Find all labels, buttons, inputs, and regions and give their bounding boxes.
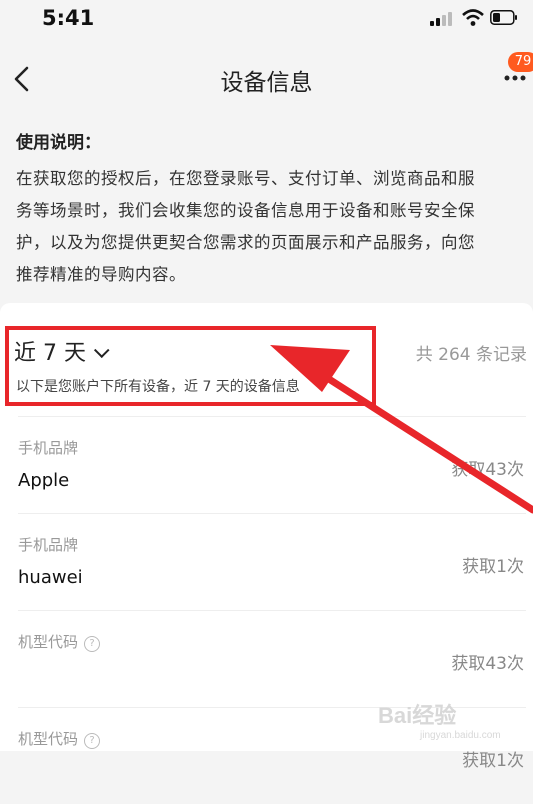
record-label-text: 机型代码 [18, 730, 79, 748]
instructions-body: 在获取您的授权后，在您登录账号、支付订单、浏览商品和服 务等场景时，我们会收集您… [16, 163, 526, 291]
watermark-logo: Bai经验 [378, 703, 457, 728]
instructions-line: 护，以及为您提供更契合您需求的页面展示和产品服务，向您 [16, 233, 475, 252]
record-count-text: 获取43次 [451, 654, 524, 674]
list-item: 手机品牌 huawei 获取1次 [18, 513, 526, 610]
status-bar: 5:41 [0, 0, 533, 40]
record-label: 机型代码? [18, 631, 101, 652]
record-value: Apple [18, 470, 70, 491]
usage-instructions: 使用说明： 在获取您的授权后，在您登录账号、支付订单、浏览商品和服 务等场景时，… [16, 128, 526, 291]
record-label: 手机品牌 [18, 439, 79, 457]
cellular-signal-icon [430, 12, 456, 26]
notification-badge: 79 [508, 52, 533, 72]
record-value: huawei [18, 567, 83, 588]
more-menu-icon[interactable] [504, 72, 533, 84]
instructions-line: 在获取您的授权后，在您登录账号、支付订单、浏览商品和服 [16, 169, 475, 188]
record-count-text: 获取1次 [462, 751, 524, 771]
instructions-line: 务等场景时，我们会收集您的设备信息用于设备和账号安全保 [16, 201, 475, 220]
record-label-text: 机型代码 [18, 633, 79, 651]
list-item: 机型代码? 获取43次 [18, 610, 526, 707]
record-label: 手机品牌 [18, 536, 79, 554]
nav-bar: 设备信息 79 [0, 40, 533, 120]
record-label: 机型代码? [18, 728, 101, 749]
record-count: 共 264 条记录 [415, 345, 527, 365]
battery-icon [490, 10, 517, 25]
record-count-text: 获取1次 [462, 557, 524, 577]
instructions-title: 使用说明： [16, 133, 101, 153]
status-time: 5:41 [42, 6, 95, 30]
wifi-icon [462, 9, 484, 26]
help-icon[interactable]: ? [84, 733, 101, 749]
watermark-url: jingyan.baidu.com [420, 730, 501, 741]
record-count-text: 获取43次 [451, 460, 524, 480]
page-title: 设备信息 [220, 70, 313, 96]
help-icon[interactable]: ? [84, 636, 101, 652]
instructions-line: 推荐精准的导购内容。 [16, 265, 186, 284]
list-item: 手机品牌 Apple 获取43次 [18, 416, 526, 513]
highlight-annotation-box [5, 326, 376, 406]
